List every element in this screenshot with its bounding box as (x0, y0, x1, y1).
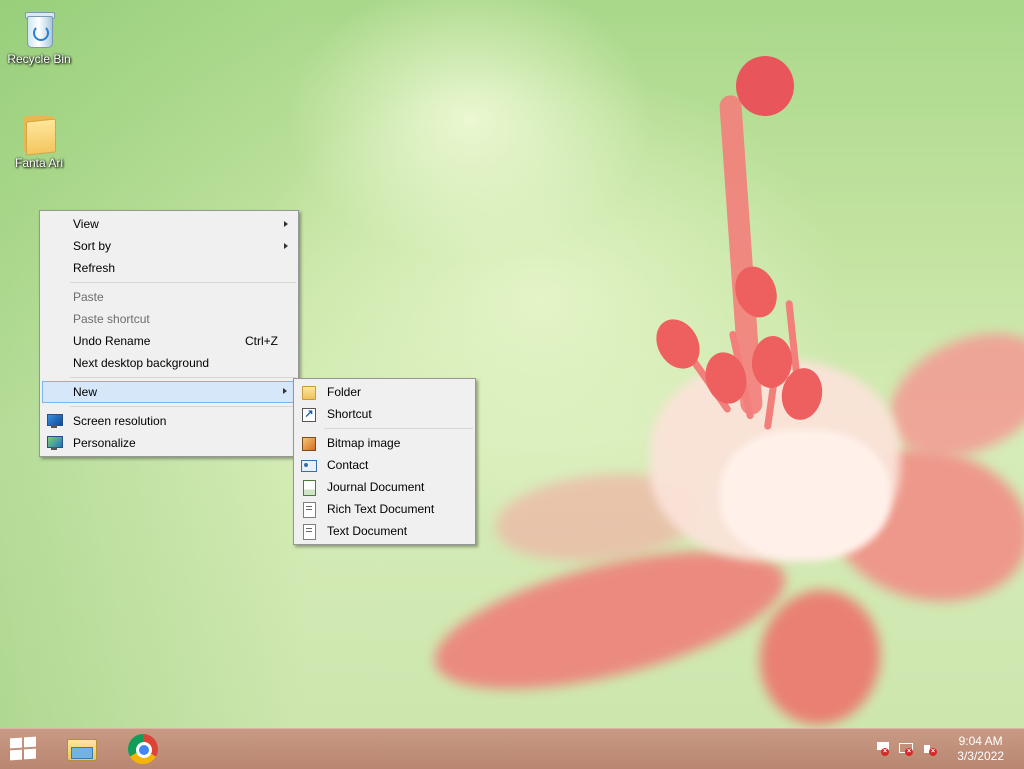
new-submenu: Folder ↗ Shortcut Bitmap image Contact J… (293, 378, 476, 545)
menu-item-label: New (73, 385, 98, 399)
submenu-arrow-icon (283, 388, 287, 394)
menu-item-label: Rich Text Document (327, 502, 435, 516)
menu-item-label: Sort by (73, 239, 112, 253)
menu-item-label: Bitmap image (327, 436, 401, 450)
menu-item-new[interactable]: New (42, 381, 296, 403)
monitor-icon (46, 413, 63, 429)
desktop[interactable]: Recycle Bin Fanta Ari View Sort by Refre… (0, 0, 1024, 728)
volume-muted-icon[interactable]: × (922, 741, 938, 757)
desktop-context-menu: View Sort by Refresh Paste Paste shortcu… (39, 210, 299, 457)
menu-item-label: Paste (73, 290, 104, 304)
desktop-icon-label: Fanta Ari (14, 156, 64, 170)
folder-icon (300, 384, 316, 400)
chrome-icon[interactable] (120, 731, 164, 767)
menu-separator (324, 428, 473, 429)
menu-item-label: Undo Rename (73, 334, 151, 348)
menu-item-label: View (73, 217, 99, 231)
menu-item-paste-shortcut: Paste shortcut (40, 308, 298, 330)
menu-item-label: Text Document (327, 524, 408, 538)
taskbar: × × × 9:04 AM 3/3/2022 (0, 728, 1024, 769)
submenu-item-journal-document[interactable]: Journal Document (294, 476, 475, 498)
menu-item-next-desktop-background[interactable]: Next desktop background (40, 352, 298, 374)
menu-item-label: Refresh (73, 261, 116, 275)
rich-text-icon (300, 501, 316, 518)
desktop-icon-fanta-ari[interactable]: Fanta Ari (1, 112, 77, 170)
menu-item-label: Journal Document (327, 480, 425, 494)
menu-separator (70, 377, 296, 378)
submenu-item-text-document[interactable]: Text Document (294, 520, 475, 542)
shortcut-icon: ↗ (300, 406, 316, 422)
menu-separator (70, 406, 296, 407)
menu-item-view[interactable]: View (40, 213, 298, 235)
text-document-icon (300, 523, 316, 540)
start-button[interactable] (10, 736, 38, 761)
clock-date: 3/3/2022 (957, 749, 1004, 763)
submenu-arrow-icon (284, 243, 288, 249)
recycle-bin-icon (22, 8, 56, 48)
desktop-icon-label: Recycle Bin (7, 52, 71, 66)
menu-item-label: Contact (327, 458, 369, 472)
taskbar-clock[interactable]: 9:04 AM 3/3/2022 (957, 734, 1004, 764)
menu-item-label: Folder (327, 385, 362, 399)
menu-separator (70, 282, 296, 283)
submenu-item-bitmap-image[interactable]: Bitmap image (294, 432, 475, 454)
menu-item-sort-by[interactable]: Sort by (40, 235, 298, 257)
menu-item-label: Shortcut (327, 407, 372, 421)
menu-item-undo-rename[interactable]: Undo Rename Ctrl+Z (40, 330, 298, 352)
action-center-flag-icon[interactable]: × (874, 741, 890, 757)
menu-item-personalize[interactable]: Personalize (40, 432, 298, 454)
submenu-item-contact[interactable]: Contact (294, 454, 475, 476)
menu-item-shortcut: Ctrl+Z (245, 334, 278, 348)
menu-item-label: Personalize (73, 436, 136, 450)
menu-item-paste: Paste (40, 286, 298, 308)
submenu-item-shortcut[interactable]: ↗ Shortcut (294, 403, 475, 425)
submenu-arrow-icon (284, 221, 288, 227)
bitmap-icon (300, 435, 316, 451)
submenu-item-rich-text-document[interactable]: Rich Text Document (294, 498, 475, 520)
network-icon[interactable]: × (898, 741, 914, 757)
folder-icon (22, 112, 56, 156)
contact-icon (300, 457, 317, 473)
clock-time: 9:04 AM (958, 734, 1003, 748)
menu-item-label: Next desktop background (73, 356, 210, 370)
menu-item-screen-resolution[interactable]: Screen resolution (40, 410, 298, 432)
menu-item-refresh[interactable]: Refresh (40, 257, 298, 279)
desktop-icon-recycle-bin[interactable]: Recycle Bin (1, 8, 77, 66)
journal-icon (300, 479, 316, 496)
file-explorer-icon[interactable] (58, 731, 102, 767)
menu-item-label: Screen resolution (73, 414, 167, 428)
personalize-icon (46, 435, 63, 451)
menu-item-label: Paste shortcut (73, 312, 150, 326)
submenu-item-folder[interactable]: Folder (294, 381, 475, 403)
